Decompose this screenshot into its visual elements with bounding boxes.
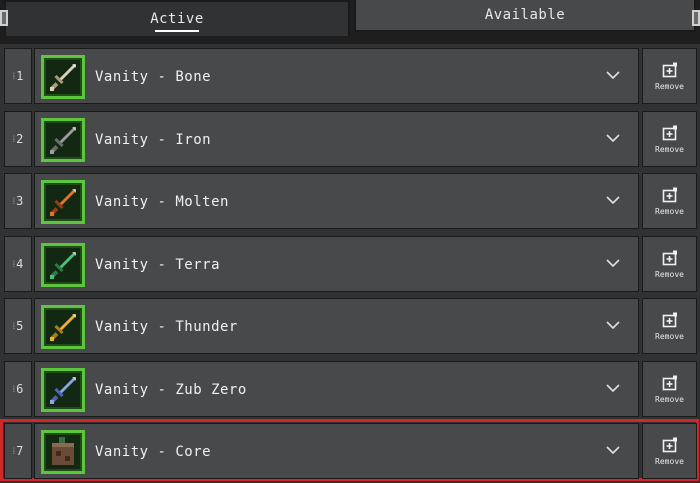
list-item[interactable]: ⁞ 3 Vanity - Molten Remove: [2, 171, 697, 229]
grip-icon: ⁞: [12, 446, 15, 457]
iron-sword-icon: [46, 123, 80, 157]
row-index: 3: [16, 194, 24, 208]
pack-name: Vanity - Zub Zero: [95, 382, 247, 398]
drag-handle[interactable]: ⁞ 6: [4, 361, 32, 417]
pack-entry[interactable]: Vanity - Thunder: [34, 298, 639, 354]
pack-name: Vanity - Bone: [95, 69, 212, 85]
drag-handle[interactable]: ⁞ 1: [4, 48, 32, 104]
remove-label: Remove: [655, 456, 684, 466]
drag-handle[interactable]: ⁞ 4: [4, 236, 32, 292]
zub-zero-sword-icon: [46, 373, 80, 407]
pack-thumbnail: [41, 430, 85, 474]
remove-icon: [662, 187, 677, 202]
tab-available[interactable]: Available: [354, 0, 696, 32]
row-index: 5: [16, 319, 24, 333]
row-index: 2: [16, 132, 24, 146]
tab-available-label: Available: [484, 7, 566, 23]
drag-handle[interactable]: ⁞ 2: [4, 111, 32, 167]
thunder-sword-icon: [46, 310, 80, 344]
scroll-right-icon[interactable]: [692, 10, 700, 26]
pack-entry[interactable]: Vanity - Terra: [34, 236, 639, 292]
chevron-down-icon[interactable]: [606, 259, 620, 267]
tab-bar: Active Available: [0, 0, 700, 40]
row-index: 7: [16, 444, 24, 458]
grip-icon: ⁞: [12, 71, 15, 82]
remove-button[interactable]: Remove: [642, 423, 697, 479]
list-item[interactable]: ⁞ 1 Vanity - Bone Remove: [2, 46, 697, 104]
list-item[interactable]: ⁞ 5 Vanity - Thunder Remove: [2, 296, 697, 354]
remove-button[interactable]: Remove: [642, 48, 697, 104]
tab-active[interactable]: Active: [4, 0, 350, 36]
row-index: 4: [16, 257, 24, 271]
remove-label: Remove: [655, 394, 684, 404]
tab-active-label: Active: [150, 11, 204, 27]
grip-icon: ⁞: [12, 321, 15, 332]
list-item[interactable]: ⁞ 6 Vanity - Zub Zero Remove: [2, 359, 697, 417]
pack-thumbnail: [41, 243, 85, 287]
drag-handle[interactable]: ⁞ 7: [4, 423, 32, 479]
pack-thumbnail: [41, 368, 85, 412]
chevron-down-icon[interactable]: [606, 384, 620, 392]
pack-name: Vanity - Core: [95, 444, 212, 460]
list-item[interactable]: ⁞ 4 Vanity - Terra Remove: [2, 234, 697, 292]
terra-sword-icon: [46, 248, 80, 282]
remove-button[interactable]: Remove: [642, 173, 697, 229]
chevron-down-icon[interactable]: [606, 134, 620, 142]
pack-thumbnail: [41, 305, 85, 349]
remove-button[interactable]: Remove: [642, 361, 697, 417]
pack-thumbnail: [41, 180, 85, 224]
remove-label: Remove: [655, 269, 684, 279]
molten-sword-icon: [46, 185, 80, 219]
pack-name: Vanity - Thunder: [95, 319, 238, 335]
remove-icon: [662, 125, 677, 140]
remove-button[interactable]: Remove: [642, 298, 697, 354]
bone-sword-icon: [46, 60, 80, 94]
list-item[interactable]: ⁞ 2 Vanity - Iron Remove: [2, 109, 697, 167]
grip-icon: ⁞: [12, 384, 15, 395]
row-index: 6: [16, 382, 24, 396]
grip-icon: ⁞: [12, 259, 15, 270]
active-tab-underline: [155, 30, 199, 32]
pack-entry[interactable]: Vanity - Bone: [34, 48, 639, 104]
remove-label: Remove: [655, 331, 684, 341]
tab-divider: [0, 40, 700, 44]
grip-icon: ⁞: [12, 134, 15, 145]
pack-entry[interactable]: Vanity - Core: [34, 423, 639, 479]
chevron-down-icon[interactable]: [606, 446, 620, 454]
remove-label: Remove: [655, 144, 684, 154]
remove-button[interactable]: Remove: [642, 236, 697, 292]
chevron-down-icon[interactable]: [606, 71, 620, 79]
pack-name: Vanity - Molten: [95, 194, 229, 210]
pack-name: Vanity - Iron: [95, 132, 212, 148]
remove-label: Remove: [655, 206, 684, 216]
remove-label: Remove: [655, 81, 684, 91]
list-item[interactable]: ⁞ 7 Vanity - Core Remove: [0, 419, 699, 481]
remove-icon: [662, 250, 677, 265]
scroll-left-icon[interactable]: [0, 10, 8, 26]
pack-name: Vanity - Terra: [95, 257, 221, 273]
drag-handle[interactable]: ⁞ 3: [4, 173, 32, 229]
drag-handle[interactable]: ⁞ 5: [4, 298, 32, 354]
remove-icon: [662, 312, 677, 327]
chevron-down-icon[interactable]: [606, 196, 620, 204]
pack-thumbnail: [41, 55, 85, 99]
pack-entry[interactable]: Vanity - Molten: [34, 173, 639, 229]
pack-entry[interactable]: Vanity - Iron: [34, 111, 639, 167]
row-index: 1: [16, 69, 24, 83]
chevron-down-icon[interactable]: [606, 321, 620, 329]
remove-icon: [662, 437, 677, 452]
remove-icon: [662, 375, 677, 390]
core-block-icon: [46, 435, 80, 469]
remove-button[interactable]: Remove: [642, 111, 697, 167]
grip-icon: ⁞: [12, 196, 15, 207]
remove-icon: [662, 62, 677, 77]
pack-thumbnail: [41, 118, 85, 162]
pack-entry[interactable]: Vanity - Zub Zero: [34, 361, 639, 417]
